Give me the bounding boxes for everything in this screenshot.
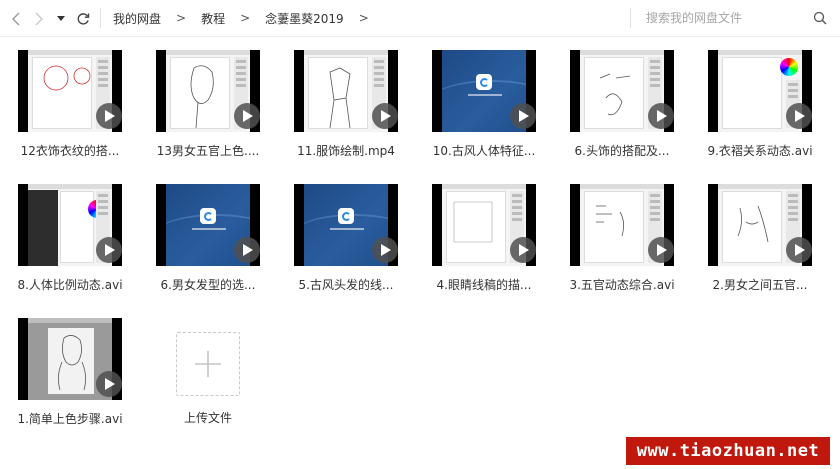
back-button[interactable] [4,7,28,31]
history-dropdown-button[interactable] [53,7,69,31]
play-icon[interactable] [96,371,122,397]
video-thumbnail[interactable] [18,318,122,400]
search-divider [630,8,631,28]
caret-down-icon [57,16,65,21]
file-name[interactable]: 1.简单上色步骤.avi [8,410,132,427]
search-box [632,6,836,30]
file-name[interactable]: 3.五官动态综合.avi [560,276,684,293]
breadcrumb-separator: > [240,11,251,25]
breadcrumb-item-root[interactable]: 我的网盘 [113,10,161,27]
video-thumbnail[interactable] [294,50,398,132]
video-thumbnail[interactable] [570,184,674,266]
play-icon[interactable] [96,103,122,129]
video-thumbnail[interactable] [18,50,122,132]
chevron-right-icon [35,12,43,26]
file-name[interactable]: 13男女五官上色.... [146,142,270,159]
play-icon[interactable] [786,237,812,263]
file-name[interactable]: 5.古风头发的线... [284,276,408,293]
breadcrumb-item-tutorials[interactable]: 教程 [201,10,225,27]
video-thumbnail[interactable] [294,184,398,266]
plus-icon [195,351,221,377]
breadcrumb-separator[interactable]: > [359,11,369,25]
play-icon[interactable] [372,103,398,129]
play-icon[interactable] [372,237,398,263]
play-icon[interactable] [96,237,122,263]
file-name[interactable]: 9.衣褶关系动态.avi [698,142,822,159]
chevron-left-icon [12,12,20,26]
video-thumbnail[interactable] [708,184,812,266]
breadcrumb: 我的网盘 > 教程 > 念萋墨葵2019 > [113,0,384,36]
video-thumbnail[interactable] [18,184,122,266]
play-icon[interactable] [234,103,260,129]
file-name[interactable]: 6.男女发型的选... [146,276,270,293]
video-thumbnail[interactable] [156,184,260,266]
video-thumbnail[interactable] [708,50,812,132]
file-name[interactable]: 12衣饰衣纹的搭... [8,142,132,159]
file-name[interactable]: 8.人体比例动态.avi [8,276,132,293]
play-icon[interactable] [510,103,536,129]
video-thumbnail[interactable] [570,50,674,132]
refresh-button[interactable] [71,7,95,31]
forward-button[interactable] [27,7,51,31]
file-name[interactable]: 10.古风人体特征... [422,142,546,159]
toolbar-divider [100,8,101,28]
file-name[interactable]: 11.服饰绘制.mp4 [284,142,408,159]
refresh-icon [77,13,90,25]
site-watermark: www.tiaozhuan.net [626,437,830,465]
video-thumbnail[interactable] [156,50,260,132]
video-thumbnail[interactable] [432,50,536,132]
search-input[interactable] [632,7,812,29]
play-icon[interactable] [510,237,536,263]
play-icon[interactable] [648,237,674,263]
search-icon[interactable] [812,10,828,26]
breadcrumb-item-current[interactable]: 念萋墨葵2019 [265,10,344,27]
play-icon[interactable] [786,103,812,129]
file-name[interactable]: 2.男女之间五官... [698,276,822,293]
upload-button[interactable] [176,332,240,396]
upload-label[interactable]: 上传文件 [148,409,268,426]
video-thumbnail[interactable] [432,184,536,266]
play-icon[interactable] [234,237,260,263]
file-name[interactable]: 4.眼睛线稿的描... [422,276,546,293]
file-name[interactable]: 6.头饰的搭配及... [560,142,684,159]
play-icon[interactable] [648,103,674,129]
toolbar: 我的网盘 > 教程 > 念萋墨葵2019 > [0,0,840,37]
breadcrumb-separator: > [176,11,187,25]
